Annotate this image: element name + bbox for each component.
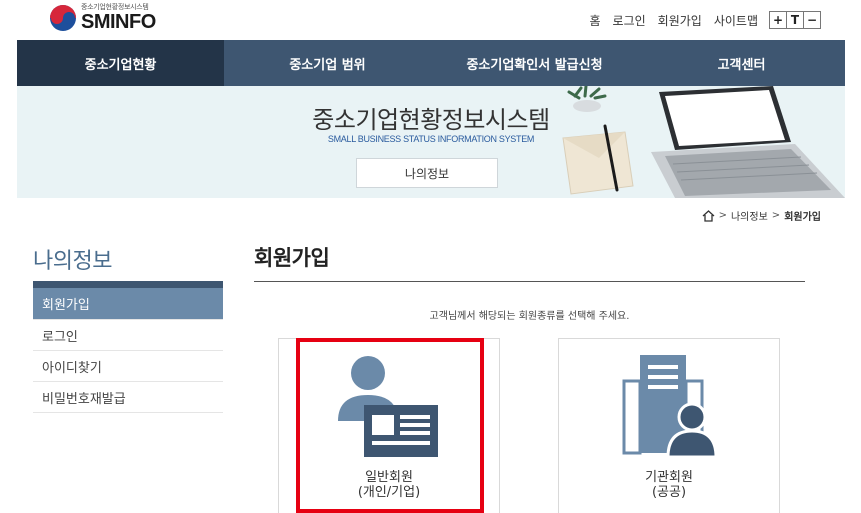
gnb-item-customer-center[interactable]: 고객센터 <box>638 40 845 86</box>
home-icon[interactable] <box>702 209 715 222</box>
site-logo[interactable]: 중소기업현황정보시스템 SMINFO <box>50 4 156 32</box>
sub-visual-banner: 중소기업현황정보시스템 SMALL BUSINESS STATUS INFORM… <box>17 86 845 198</box>
font-increase-button[interactable]: + <box>769 11 787 29</box>
side-menu-item-login[interactable]: 로그인 <box>33 320 223 351</box>
institution-member-label: 기관회원 <box>645 470 693 485</box>
selection-highlight-box <box>296 338 484 513</box>
top-bar: 중소기업현황정보시스템 SMINFO 홈 로그인 회원가입 사이트맵 + T − <box>0 0 861 40</box>
font-reset-button[interactable]: T <box>786 11 804 29</box>
taegeuk-logo-icon <box>50 5 76 31</box>
side-menu-item-find-id[interactable]: 아이디찾기 <box>33 351 223 382</box>
logo-subtitle: 중소기업현황정보시스템 <box>81 3 149 11</box>
gnb-item-sme-scope[interactable]: 중소기업 범위 <box>224 40 431 86</box>
chevron-right-icon: > <box>771 210 781 221</box>
chevron-right-icon: > <box>718 210 727 221</box>
breadcrumb-item-current: 회원가입 <box>784 212 821 223</box>
side-menu-item-join[interactable]: 회원가입 <box>33 288 223 320</box>
util-link-home[interactable]: 홈 <box>589 12 600 29</box>
side-menu-title: 나의정보 <box>33 249 112 274</box>
member-type-guide: 고객님께서 해당되는 회원종류를 선택해 주세요. <box>429 311 630 322</box>
main-navigation: 중소기업현황 중소기업 범위 중소기업확인서 발급신청 고객센터 <box>17 40 845 86</box>
breadcrumb-item-my-info[interactable]: 나의정보 <box>731 208 768 223</box>
gnb-item-certificate-request[interactable]: 중소기업확인서 발급신청 <box>431 40 638 86</box>
title-divider <box>254 281 805 282</box>
my-info-button[interactable]: 나의정보 <box>356 158 498 188</box>
gnb-item-sme-status[interactable]: 중소기업현황 <box>17 40 224 86</box>
side-menu-item-reset-password[interactable]: 비밀번호재발급 <box>33 382 223 413</box>
util-link-join[interactable]: 회원가입 <box>658 12 702 29</box>
page-title: 회원가입 <box>254 246 330 270</box>
side-menu: 회원가입 로그인 아이디찾기 비밀번호재발급 <box>33 281 223 413</box>
util-link-login[interactable]: 로그인 <box>613 12 646 29</box>
logo-title: SMINFO <box>81 11 156 33</box>
font-size-controls: + T − <box>769 11 821 29</box>
breadcrumb: > 나의정보 > 회원가입 <box>702 208 821 223</box>
institution-member-card[interactable]: 기관회원 (공공) <box>558 338 780 513</box>
font-decrease-button[interactable]: − <box>803 11 821 29</box>
building-person-icon <box>622 355 718 459</box>
institution-member-sublabel: (공공) <box>651 485 687 500</box>
desk-laptop-illustration <box>562 86 845 198</box>
util-link-sitemap[interactable]: 사이트맵 <box>714 12 758 29</box>
utility-menu: 홈 로그인 회원가입 사이트맵 + T − <box>577 11 821 29</box>
